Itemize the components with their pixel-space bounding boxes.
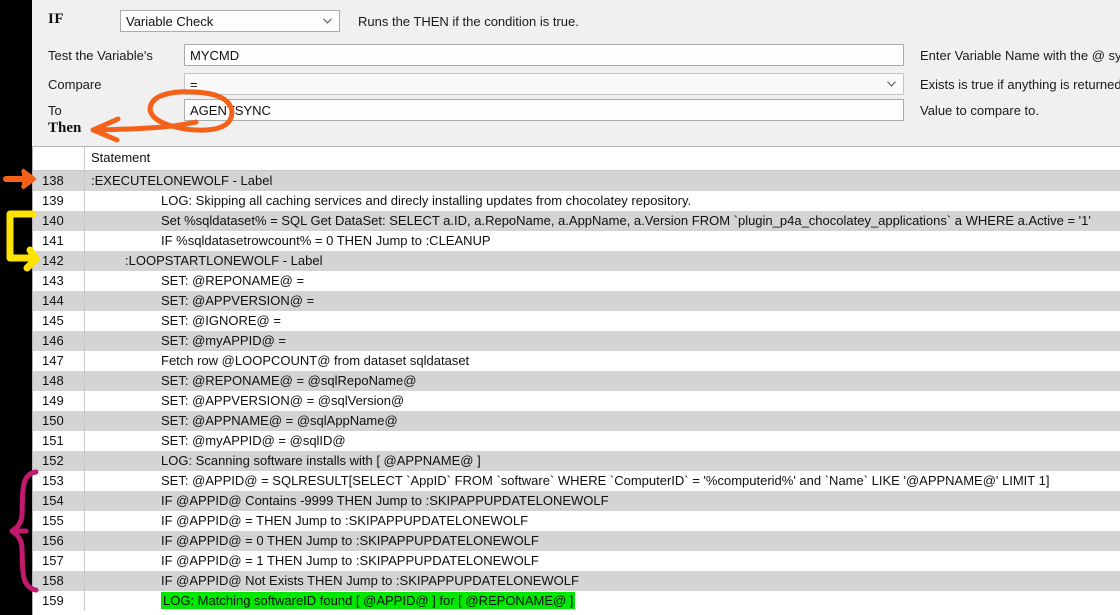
row-line-number: 141 xyxy=(33,231,85,251)
row-line-number: 143 xyxy=(33,271,85,291)
condition-type-value: Variable Check xyxy=(126,14,213,29)
row-line-number: 149 xyxy=(33,391,85,411)
table-row[interactable]: 138:EXECUTELONEWOLF - Label xyxy=(33,171,1120,191)
row-statement-text: :LOOPSTARTLONEWOLF - Label xyxy=(85,251,1120,271)
table-row[interactable]: 149SET: @APPVERSION@ = @sqlVersion@ xyxy=(33,391,1120,411)
table-row[interactable]: 147Fetch row @LOOPCOUNT@ from dataset sq… xyxy=(33,351,1120,371)
table-row[interactable]: 151SET: @myAPPID@ = @sqlID@ xyxy=(33,431,1120,451)
row-statement-text: SET: @REPONAME@ = @sqlRepoName@ xyxy=(85,371,1120,391)
table-row[interactable]: 146SET: @myAPPID@ = xyxy=(33,331,1120,351)
table-row[interactable]: 154IF @APPID@ Contains -9999 THEN Jump t… xyxy=(33,491,1120,511)
row-statement-text: SET: @myAPPID@ = xyxy=(85,331,1120,351)
row-condition-type: IF Variable Check Runs the THEN if the c… xyxy=(32,10,1120,36)
row-line-number: 145 xyxy=(33,311,85,331)
row-line-number: 156 xyxy=(33,531,85,551)
table-row[interactable]: 158IF @APPID@ Not Exists THEN Jump to :S… xyxy=(33,571,1120,591)
row-test-variable: Test the Variable's MYCMD Enter Variable… xyxy=(32,44,1120,70)
variable-hint-text: Enter Variable Name with the @ symbols a… xyxy=(920,48,1120,63)
row-line-number: 151 xyxy=(33,431,85,451)
to-value-text: AGENTSYNC xyxy=(190,103,271,118)
table-row[interactable]: 141IF %sqldatasetrowcount% = 0 THEN Jump… xyxy=(33,231,1120,251)
row-statement-text: IF %sqldatasetrowcount% = 0 THEN Jump to… xyxy=(85,231,1120,251)
row-statement-text: Fetch row @LOOPCOUNT@ from dataset sqlda… xyxy=(85,351,1120,371)
row-statement-text: LOG: Skipping all caching services and d… xyxy=(85,191,1120,211)
row-statement-text: Set %sqldataset% = SQL Get DataSet: SELE… xyxy=(85,211,1120,231)
row-statement-text: IF @APPID@ = 0 THEN Jump to :SKIPAPPUPDA… xyxy=(85,531,1120,551)
to-hint-text: Value to compare to. xyxy=(920,103,1039,118)
row-line-number: 152 xyxy=(33,451,85,471)
row-statement-text: SET: @REPONAME@ = xyxy=(85,271,1120,291)
row-line-number: 158 xyxy=(33,571,85,591)
table-row[interactable]: 150SET: @APPNAME@ = @sqlAppName@ xyxy=(33,411,1120,431)
chevron-down-icon xyxy=(323,18,332,24)
compare-hint-text: Exists is true if anything is returned. xyxy=(920,77,1120,92)
row-statement-text: SET: @IGNORE@ = xyxy=(85,311,1120,331)
row-line-number: 140 xyxy=(33,211,85,231)
row-statement-text: IF @APPID@ Not Exists THEN Jump to :SKIP… xyxy=(85,571,1120,591)
row-line-number: 154 xyxy=(33,491,85,511)
row-statement-text: LOG: Scanning software installs with [ @… xyxy=(85,451,1120,471)
row-line-number: 144 xyxy=(33,291,85,311)
compare-operator-dropdown[interactable]: = xyxy=(184,73,904,95)
table-row[interactable]: 144SET: @APPVERSION@ = xyxy=(33,291,1120,311)
grid-header-number xyxy=(33,147,85,170)
table-row[interactable]: 142:LOOPSTARTLONEWOLF - Label xyxy=(33,251,1120,271)
condition-type-dropdown[interactable]: Variable Check xyxy=(120,10,340,32)
table-row[interactable]: 143SET: @REPONAME@ = xyxy=(33,271,1120,291)
left-black-gutter xyxy=(0,0,32,615)
statement-grid[interactable]: Statement 138:EXECUTELONEWOLF - Label139… xyxy=(32,146,1120,615)
row-statement-text: LOG: Matching softwareID found [ @APPID@… xyxy=(85,591,1120,611)
highlighted-statement: LOG: Matching softwareID found [ @APPID@… xyxy=(161,592,575,609)
row-line-number: 157 xyxy=(33,551,85,571)
if-label: IF xyxy=(48,11,64,28)
to-label: To xyxy=(48,103,62,118)
table-row[interactable]: 140Set %sqldataset% = SQL Get DataSet: S… xyxy=(33,211,1120,231)
variable-name-value: MYCMD xyxy=(190,48,239,63)
table-row[interactable]: 139LOG: Skipping all caching services an… xyxy=(33,191,1120,211)
table-row[interactable]: 156IF @APPID@ = 0 THEN Jump to :SKIPAPPU… xyxy=(33,531,1120,551)
row-line-number: 146 xyxy=(33,331,85,351)
compare-operator-value: = xyxy=(190,77,198,92)
row-line-number: 148 xyxy=(33,371,85,391)
grid-header-row: Statement xyxy=(33,147,1120,171)
row-statement-text: IF @APPID@ Contains -9999 THEN Jump to :… xyxy=(85,491,1120,511)
row-line-number: 138 xyxy=(33,171,85,191)
table-row[interactable]: 148SET: @REPONAME@ = @sqlRepoName@ xyxy=(33,371,1120,391)
row-line-number: 153 xyxy=(33,471,85,491)
table-row[interactable]: 152LOG: Scanning software installs with … xyxy=(33,451,1120,471)
condition-editor-window: IF Variable Check Runs the THEN if the c… xyxy=(32,0,1120,615)
row-statement-text: SET: @APPNAME@ = @sqlAppName@ xyxy=(85,411,1120,431)
row-line-number: 159 xyxy=(33,591,85,611)
table-row[interactable]: 153SET: @APPID@ = SQLRESULT[SELECT `AppI… xyxy=(33,471,1120,491)
row-statement-text: SET: @myAPPID@ = @sqlID@ xyxy=(85,431,1120,451)
row-to-value: To AGENTSYNC Value to compare to. xyxy=(32,99,1120,125)
test-variable-label: Test the Variable's xyxy=(48,48,153,63)
compare-label: Compare xyxy=(48,77,101,92)
condition-form: IF Variable Check Runs the THEN if the c… xyxy=(32,0,1120,140)
row-line-number: 150 xyxy=(33,411,85,431)
row-statement-text: :EXECUTELONEWOLF - Label xyxy=(85,171,1120,191)
row-line-number: 142 xyxy=(33,251,85,271)
to-value-input[interactable]: AGENTSYNC xyxy=(184,99,904,121)
row-line-number: 147 xyxy=(33,351,85,371)
table-row[interactable]: 157IF @APPID@ = 1 THEN Jump to :SKIPAPPU… xyxy=(33,551,1120,571)
row-statement-text: SET: @APPVERSION@ = xyxy=(85,291,1120,311)
table-row[interactable]: 159 LOG: Matching softwareID found [ @APP… xyxy=(33,591,1120,611)
row-statement-text: IF @APPID@ = 1 THEN Jump to :SKIPAPPUPDA… xyxy=(85,551,1120,571)
row-line-number: 139 xyxy=(33,191,85,211)
chevron-down-icon xyxy=(887,81,896,87)
table-row[interactable]: 155IF @APPID@ = THEN Jump to :SKIPAPPUPD… xyxy=(33,511,1120,531)
row-compare: Compare = Exists is true if anything is … xyxy=(32,73,1120,99)
grid-header-statement: Statement xyxy=(86,150,150,165)
row-statement-text: SET: @APPID@ = SQLRESULT[SELECT `AppID` … xyxy=(85,471,1120,491)
then-label: Then xyxy=(48,120,81,137)
table-row[interactable]: 145SET: @IGNORE@ = xyxy=(33,311,1120,331)
if-hint-text: Runs the THEN if the condition is true. xyxy=(358,14,579,29)
row-statement-text: SET: @APPVERSION@ = @sqlVersion@ xyxy=(85,391,1120,411)
row-line-number: 155 xyxy=(33,511,85,531)
variable-name-input[interactable]: MYCMD xyxy=(184,44,904,66)
grid-body: 138:EXECUTELONEWOLF - Label139LOG: Skipp… xyxy=(33,171,1120,611)
row-statement-text: IF @APPID@ = THEN Jump to :SKIPAPPUPDATE… xyxy=(85,511,1120,531)
